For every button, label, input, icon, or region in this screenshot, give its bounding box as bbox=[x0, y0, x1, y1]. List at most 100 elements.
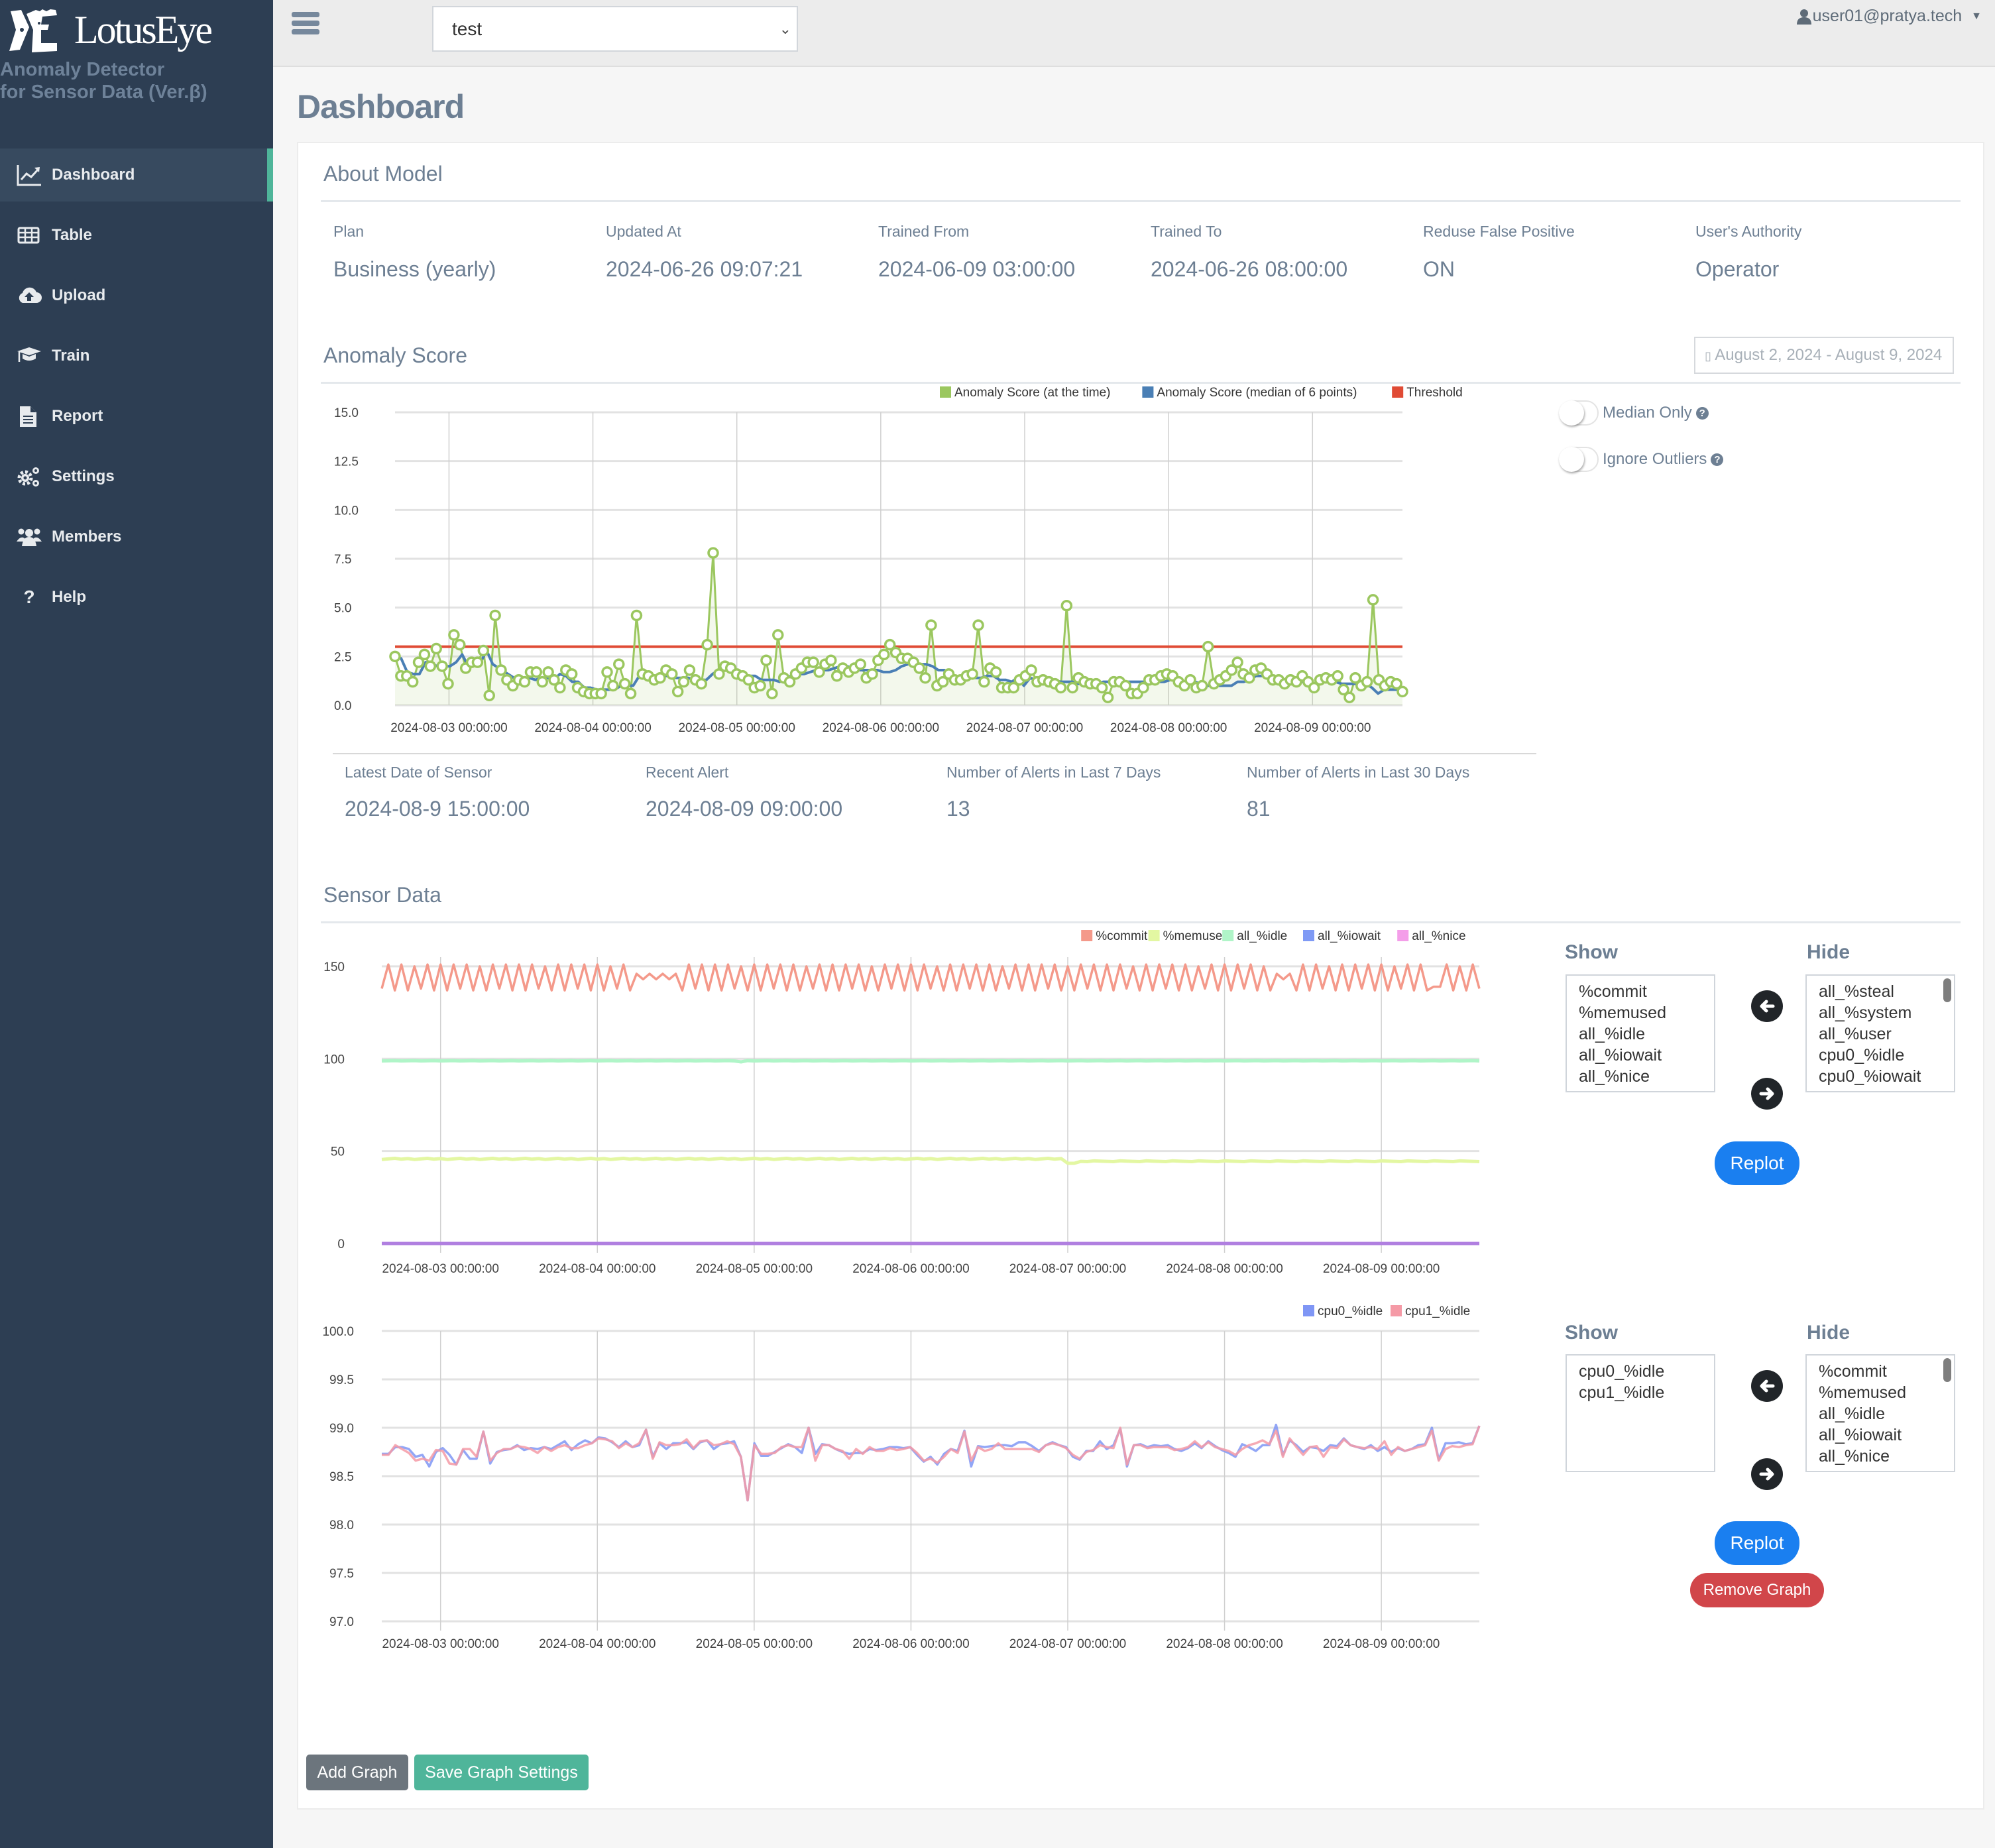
anomaly-point bbox=[972, 619, 984, 631]
list-item[interactable]: all_%idle bbox=[1819, 1403, 1954, 1424]
brand-subtitle-line1: Anomaly Detector bbox=[0, 59, 165, 80]
legend-swatch bbox=[940, 386, 951, 398]
list-item[interactable]: %memused bbox=[1579, 1002, 1714, 1023]
legend-label: all_%nice bbox=[1412, 929, 1465, 943]
anomaly-point bbox=[436, 660, 448, 672]
anomaly-point bbox=[1202, 640, 1214, 653]
hide-listbox[interactable]: all_%steal all_%system all_%user cpu0_%i… bbox=[1805, 974, 1955, 1092]
sidebar-item-label: Report bbox=[52, 407, 103, 425]
x-tick-label: 2024-08-09 00:00:00 bbox=[1323, 1637, 1440, 1651]
sidebar-item-upload[interactable]: Upload bbox=[0, 269, 273, 322]
show-listbox[interactable]: %commit %memused all_%idle all_%iowait a… bbox=[1566, 974, 1715, 1092]
list-item[interactable]: cpu0_%idle bbox=[1819, 1045, 1954, 1066]
alerts-7days-value: 13 bbox=[946, 797, 970, 821]
x-tick-label: 2024-08-08 00:00:00 bbox=[1166, 1262, 1282, 1276]
project-select[interactable]: test ⌄ bbox=[432, 6, 798, 52]
hide-listbox[interactable]: %commit %memused all_%idle all_%iowait a… bbox=[1805, 1354, 1955, 1472]
list-item[interactable]: all_%nice bbox=[1579, 1066, 1714, 1087]
sidebar-item-label: Upload bbox=[52, 286, 106, 304]
list-item[interactable]: all_%iowait bbox=[1819, 1424, 1954, 1446]
add-graph-button[interactable]: Add Graph bbox=[306, 1755, 408, 1790]
list-item[interactable]: all_%steal bbox=[1819, 1467, 1954, 1471]
x-tick-label: 2024-08-06 00:00:00 bbox=[852, 1637, 969, 1651]
list-item[interactable]: all_%system bbox=[1819, 1002, 1954, 1023]
sidebar-item-settings[interactable]: Settings bbox=[0, 450, 273, 503]
move-right-button[interactable] bbox=[1751, 1458, 1783, 1490]
anomaly-point bbox=[1102, 691, 1114, 703]
ignore-outliers-toggle[interactable] bbox=[1559, 447, 1599, 472]
list-item[interactable]: all_%nice bbox=[1819, 1446, 1954, 1467]
anomaly-point bbox=[489, 609, 501, 622]
brand[interactable]: LotusEye bbox=[9, 7, 213, 53]
list-item[interactable]: all_%idle bbox=[1579, 1023, 1714, 1045]
arrow-left-icon bbox=[1760, 1000, 1775, 1013]
anomaly-point bbox=[772, 629, 784, 641]
median-only-toggle[interactable] bbox=[1559, 400, 1599, 426]
x-tick-label: 2024-08-07 00:00:00 bbox=[1009, 1637, 1126, 1651]
show-listbox[interactable]: cpu0_%idle cpu1_%idle bbox=[1566, 1354, 1715, 1472]
list-item[interactable]: cpu1_%idle bbox=[1579, 1382, 1714, 1403]
y-tick-label: 99.5 bbox=[329, 1373, 354, 1387]
sidebar: LotusEye Anomaly Detector for Sensor Dat… bbox=[0, 0, 273, 1848]
list-item[interactable]: cpu0_%iowait bbox=[1819, 1066, 1954, 1087]
date-range-picker[interactable]: ▯ August 2, 2024 - August 9, 2024 bbox=[1694, 337, 1954, 374]
lotuseye-logo-icon bbox=[9, 9, 57, 52]
user-authority-label: User's Authority bbox=[1695, 223, 1802, 240]
anomaly-point bbox=[925, 619, 937, 631]
anomaly-point bbox=[624, 687, 637, 700]
list-item[interactable]: all_%user bbox=[1819, 1023, 1954, 1045]
sidebar-item-report[interactable]: Report bbox=[0, 390, 273, 443]
question-circle-icon[interactable]: ? bbox=[1711, 453, 1724, 466]
hamburger-icon-bar bbox=[292, 29, 319, 34]
anomaly-point bbox=[477, 644, 490, 657]
list-item[interactable]: all_%iowait bbox=[1579, 1045, 1714, 1066]
series-line-all-idle bbox=[381, 1059, 1480, 1064]
y-tick-label: 15.0 bbox=[334, 406, 359, 420]
hamburger-icon bbox=[292, 12, 319, 17]
list-item[interactable]: %commit bbox=[1819, 1361, 1954, 1382]
move-left-button[interactable] bbox=[1751, 990, 1783, 1022]
anomaly-point bbox=[424, 660, 437, 672]
list-item[interactable]: %commit bbox=[1579, 981, 1714, 1002]
x-tick-label: 2024-08-08 00:00:00 bbox=[1110, 721, 1227, 735]
anomaly-point bbox=[607, 679, 619, 692]
sidebar-item-label: Dashboard bbox=[52, 166, 135, 184]
series-line-commit bbox=[380, 963, 1481, 992]
replot-button[interactable]: Replot bbox=[1715, 1521, 1799, 1565]
anomaly-point bbox=[854, 658, 866, 670]
anomaly-point bbox=[760, 654, 772, 666]
list-item[interactable]: all_%steal bbox=[1819, 981, 1954, 1002]
replot-button[interactable]: Replot bbox=[1715, 1141, 1799, 1185]
sidebar-item-label: Help bbox=[52, 588, 87, 606]
save-graph-settings-button[interactable]: Save Graph Settings bbox=[414, 1755, 589, 1790]
scrollbar[interactable] bbox=[1943, 1358, 1951, 1382]
x-tick-label: 2024-08-06 00:00:00 bbox=[852, 1262, 969, 1276]
sidebar-item-dashboard[interactable]: Dashboard bbox=[0, 148, 273, 202]
sidebar-item-members[interactable]: Members bbox=[0, 510, 273, 563]
list-item[interactable]: %memused bbox=[1819, 1382, 1954, 1403]
sidebar-item-train[interactable]: Train bbox=[0, 329, 273, 382]
move-left-button[interactable] bbox=[1751, 1370, 1783, 1402]
move-right-button[interactable] bbox=[1751, 1078, 1783, 1110]
sidebar-item-help[interactable]: ? Help bbox=[0, 571, 273, 624]
anomaly-point bbox=[1096, 681, 1108, 694]
legend-label: %memused bbox=[1163, 929, 1229, 943]
x-tick-label: 2024-08-04 00:00:00 bbox=[539, 1637, 656, 1651]
anomaly-point bbox=[518, 675, 531, 688]
list-item[interactable]: cpu0_%nice bbox=[1819, 1087, 1954, 1091]
remove-graph-button[interactable]: Remove Graph bbox=[1690, 1573, 1824, 1607]
legend-swatch bbox=[1392, 386, 1404, 398]
sensor-data-title: Sensor Data bbox=[323, 883, 441, 907]
scrollbar[interactable] bbox=[1943, 978, 1951, 1002]
sidebar-item-table[interactable]: Table bbox=[0, 209, 273, 262]
reduce-false-positive-value: ON bbox=[1423, 257, 1455, 281]
sidebar-item-label: Members bbox=[52, 528, 122, 546]
menu-toggle-button[interactable] bbox=[292, 12, 319, 34]
trained-to-value: 2024-06-26 08:00:00 bbox=[1151, 257, 1348, 281]
user-menu[interactable]: user01@pratya.tech ▼ bbox=[1796, 7, 1982, 26]
list-item[interactable]: cpu0_%idle bbox=[1579, 1361, 1714, 1382]
legend-label: Anomaly Score (median of 6 points) bbox=[1157, 386, 1357, 400]
updated-at-value: 2024-06-26 09:07:21 bbox=[606, 257, 803, 281]
y-tick-label: 97.5 bbox=[329, 1567, 354, 1581]
question-circle-icon[interactable]: ? bbox=[1695, 406, 1709, 420]
